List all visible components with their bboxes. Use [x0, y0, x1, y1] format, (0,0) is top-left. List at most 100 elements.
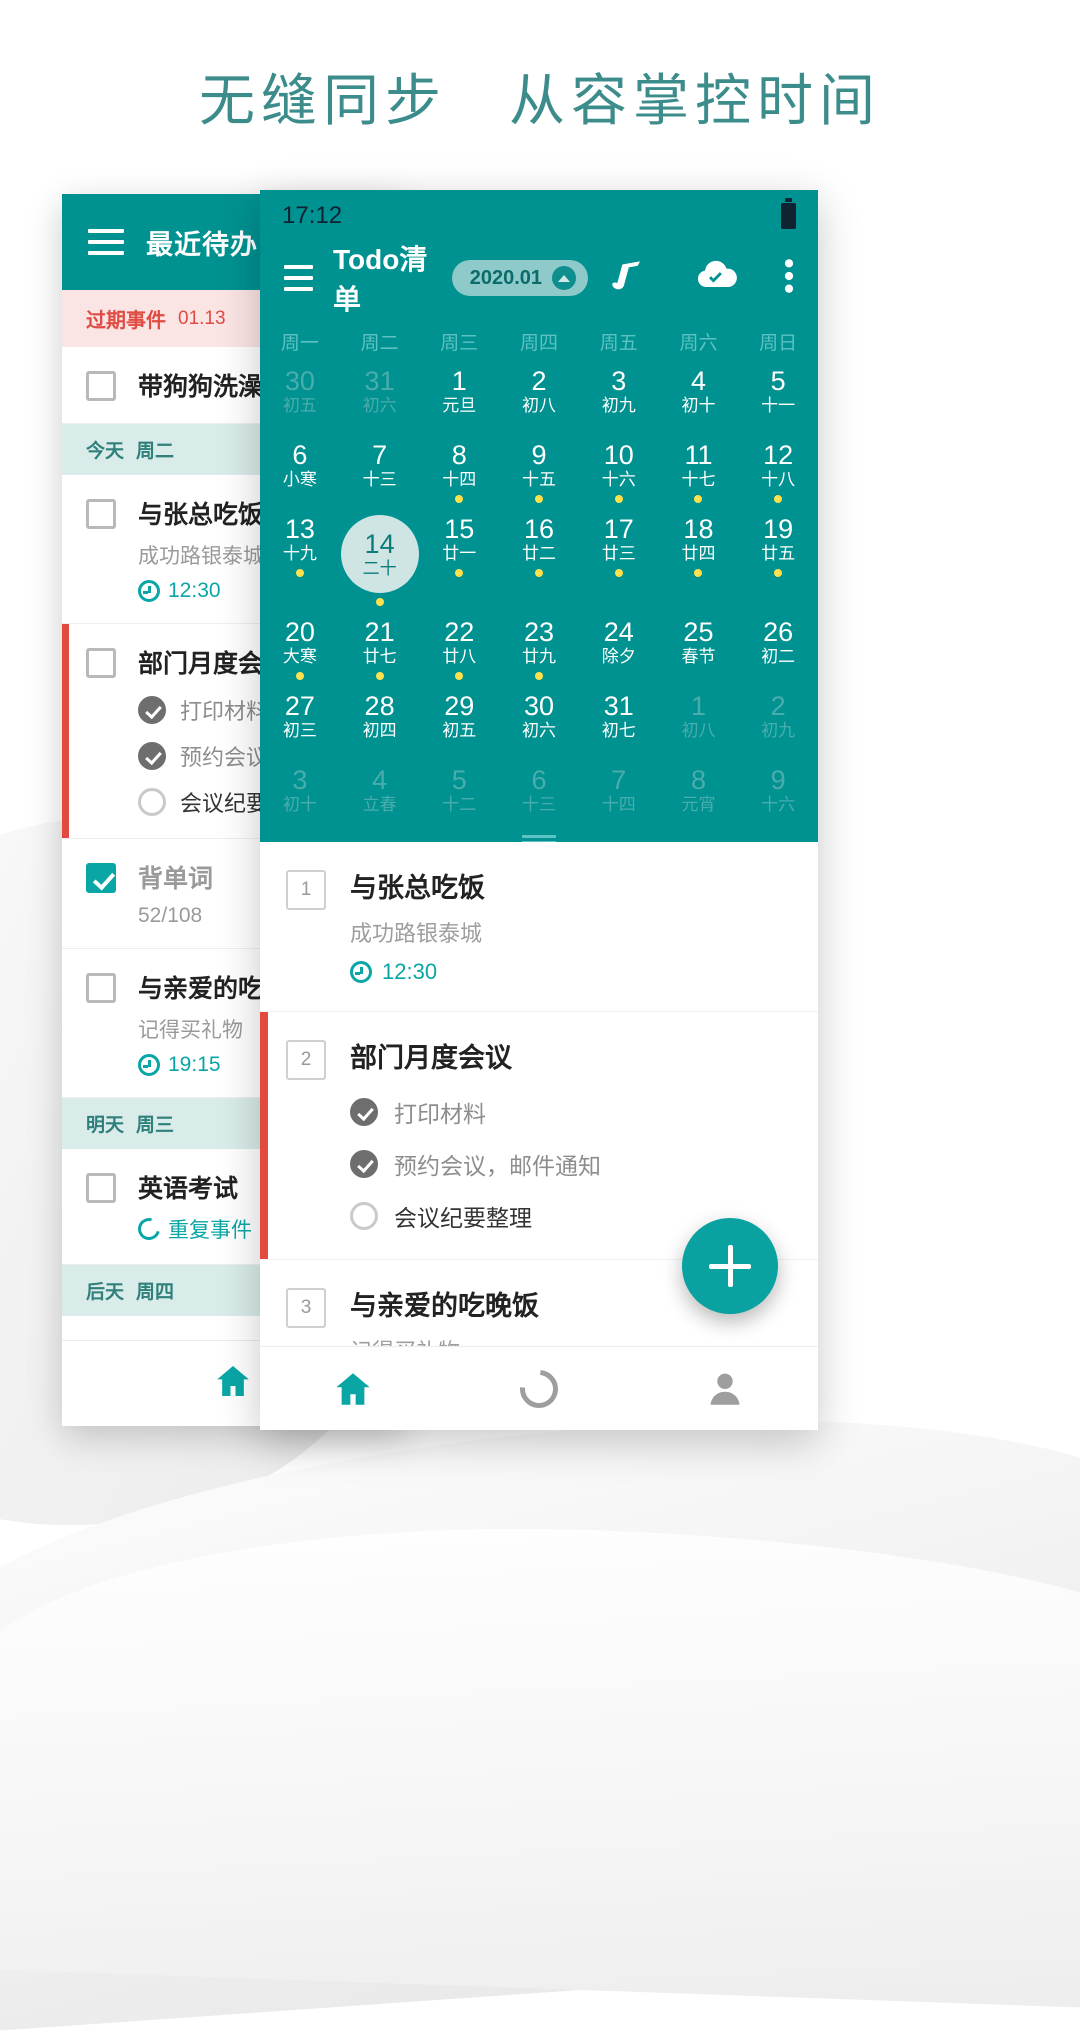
checkbox[interactable] [86, 973, 116, 1003]
checkbox[interactable] [86, 648, 116, 678]
overflow-icon[interactable] [784, 257, 794, 300]
task-order-badge[interactable]: 3 [286, 1288, 326, 1329]
cloud-check-icon[interactable] [694, 254, 738, 303]
calendar-week-row: 6 小寒 7 十三 8 十四 9 十五 10 十六 11 十七 12 十八 [260, 433, 818, 507]
calendar-day-cell[interactable]: 4 立春 [340, 758, 420, 832]
calendar-day-cell[interactable]: 21 廿七 [340, 610, 420, 684]
calendar-day-number: 4 [690, 366, 706, 396]
calendar-day-cell[interactable]: 18 廿四 [659, 507, 739, 610]
calendar-day-cell[interactable]: 11 十七 [659, 433, 739, 507]
subtask-checkbox[interactable] [138, 788, 166, 816]
calendar-event-dot [535, 495, 544, 504]
hamburger-icon[interactable] [88, 229, 124, 255]
calendar-day-cell[interactable]: 12 十八 [738, 433, 818, 507]
nav-profile[interactable] [632, 1368, 818, 1410]
calendar-event-dot [615, 820, 623, 828]
calendar-day-cell[interactable]: 15 廿一 [419, 507, 499, 610]
calendar-day-cell[interactable]: 8 十四 [419, 433, 499, 507]
calendar-day-cell[interactable]: 16 廿二 [499, 507, 579, 610]
calendar-day-cell[interactable]: 3 初九 [579, 359, 659, 433]
subtask-checkbox[interactable] [138, 696, 166, 724]
calendar-day-cell[interactable]: 6 十三 [499, 758, 579, 832]
subtask-checkbox[interactable] [138, 742, 166, 770]
calendar-lunar-label: 十六 [601, 470, 636, 490]
sync-icon [512, 1361, 566, 1416]
hamburger-icon[interactable] [284, 265, 314, 291]
calendar-day-cell[interactable]: 23 廿九 [499, 610, 579, 684]
calendar-day-cell[interactable]: 8 元宵 [659, 758, 739, 832]
calendar-lunar-label: 元旦 [442, 396, 477, 416]
month-chip[interactable]: 2020.01 [451, 260, 588, 296]
calendar-day-number: 9 [770, 765, 786, 796]
calendar-lunar-label: 初九 [601, 396, 636, 416]
calendar-day-cell[interactable]: 27 初三 [260, 684, 340, 758]
calendar-event-dot [774, 495, 783, 504]
calendar-lunar-label: 大寒 [282, 647, 317, 667]
calendar-day-cell[interactable]: 31 初六 [340, 359, 420, 433]
calendar-event-dot [614, 569, 623, 578]
calendar-lunar-label: 十一 [761, 396, 796, 416]
task-order-badge[interactable]: 2 [286, 1040, 326, 1081]
subtask[interactable]: 预约会议，邮件通知 [350, 1147, 601, 1181]
calendar-day-cell[interactable]: 2 初九 [738, 684, 818, 758]
checkbox[interactable] [86, 863, 116, 893]
subtask[interactable]: 会议纪要整理 [350, 1199, 601, 1233]
subtask[interactable]: 打印材料 [350, 1095, 601, 1129]
calendar-day-cell[interactable]: 17 廿三 [579, 507, 659, 610]
calendar-day-cell[interactable]: 7 十四 [579, 758, 659, 832]
calendar-day-cell[interactable]: 31 初七 [579, 684, 659, 758]
calendar-day-cell[interactable]: 5 十一 [738, 359, 818, 433]
calendar-event-dot [615, 746, 623, 754]
calendar-day-cell[interactable]: 9 十五 [499, 433, 579, 507]
calendar-day-cell[interactable]: 2 初八 [499, 359, 579, 433]
checkbox[interactable] [86, 371, 116, 401]
calendar-day-cell[interactable]: 7 十三 [340, 433, 420, 507]
calendar-day-cell[interactable]: 30 初五 [260, 359, 340, 433]
nav-sync[interactable] [446, 1361, 632, 1416]
calendar-day-cell[interactable]: 9 十六 [738, 758, 818, 832]
calendar-day-cell[interactable]: 4 初十 [659, 359, 739, 433]
calendar-day-cell[interactable]: 28 初四 [340, 684, 420, 758]
calendar-day-number: 18 [683, 514, 714, 545]
calendar-day-cell[interactable]: 30 初六 [499, 684, 579, 758]
chevron-up-icon [552, 266, 576, 290]
calendar-day-number: 16 [523, 514, 555, 545]
calendar-day-cell[interactable]: 6 小寒 [260, 433, 340, 507]
calendar-day-cell[interactable]: 25 春节 [659, 610, 739, 684]
calendar-day-cell[interactable]: 13 十九 [260, 507, 340, 610]
subtask-checkbox[interactable] [350, 1098, 378, 1127]
subtask-checkbox[interactable] [350, 1202, 378, 1231]
subtask-checkbox[interactable] [350, 1150, 378, 1179]
task-title: 部门月度会议 [350, 1043, 512, 1074]
calendar-lunar-label: 廿三 [601, 544, 636, 564]
calendar[interactable]: 周一 周二 周三 周四 周五 周六 周日 30 初五 31 初六 1 元旦 2 初八 3 初九 4 初… [260, 314, 818, 843]
app-bar: Todo清单 2020.01 [260, 242, 818, 315]
calendar-day-cell[interactable]: 1 初八 [659, 684, 739, 758]
calendar-day-cell[interactable]: 3 初十 [260, 758, 340, 832]
task-row[interactable]: 1 与张总吃饭 成功路银泰城 12:30 [260, 842, 818, 1013]
add-task-fab[interactable] [682, 1218, 778, 1314]
checkbox[interactable] [86, 1173, 116, 1203]
task-order-badge[interactable]: 1 [286, 870, 326, 911]
calendar-event-dot [694, 820, 702, 828]
calendar-day-cell[interactable]: 14 二十 [340, 507, 420, 610]
calendar-day-cell[interactable]: 24 除夕 [579, 610, 659, 684]
calendar-day-cell[interactable]: 20 大寒 [260, 610, 340, 684]
checkbox[interactable] [86, 499, 116, 529]
calendar-day-cell[interactable]: 22 廿八 [419, 610, 499, 684]
section-label: 过期事件 [86, 310, 166, 332]
alarm-icon [138, 580, 160, 602]
calendar-lunar-label: 初四 [362, 721, 397, 741]
calendar-day-cell[interactable]: 10 十六 [579, 433, 659, 507]
calendar-day-cell[interactable]: 1 元旦 [419, 359, 499, 433]
calendar-day-number: 12 [763, 440, 794, 471]
bottom-nav [260, 1346, 818, 1430]
calendar-drag-handle[interactable] [522, 835, 556, 839]
calendar-day-cell[interactable]: 19 廿五 [738, 507, 818, 610]
note-icon[interactable] [608, 256, 648, 301]
calendar-day-cell[interactable]: 5 十二 [419, 758, 499, 832]
calendar-day-cell[interactable]: 26 初二 [738, 610, 818, 684]
home-icon[interactable] [213, 1361, 253, 1406]
nav-home[interactable] [260, 1368, 446, 1410]
calendar-day-cell[interactable]: 29 初五 [419, 684, 499, 758]
